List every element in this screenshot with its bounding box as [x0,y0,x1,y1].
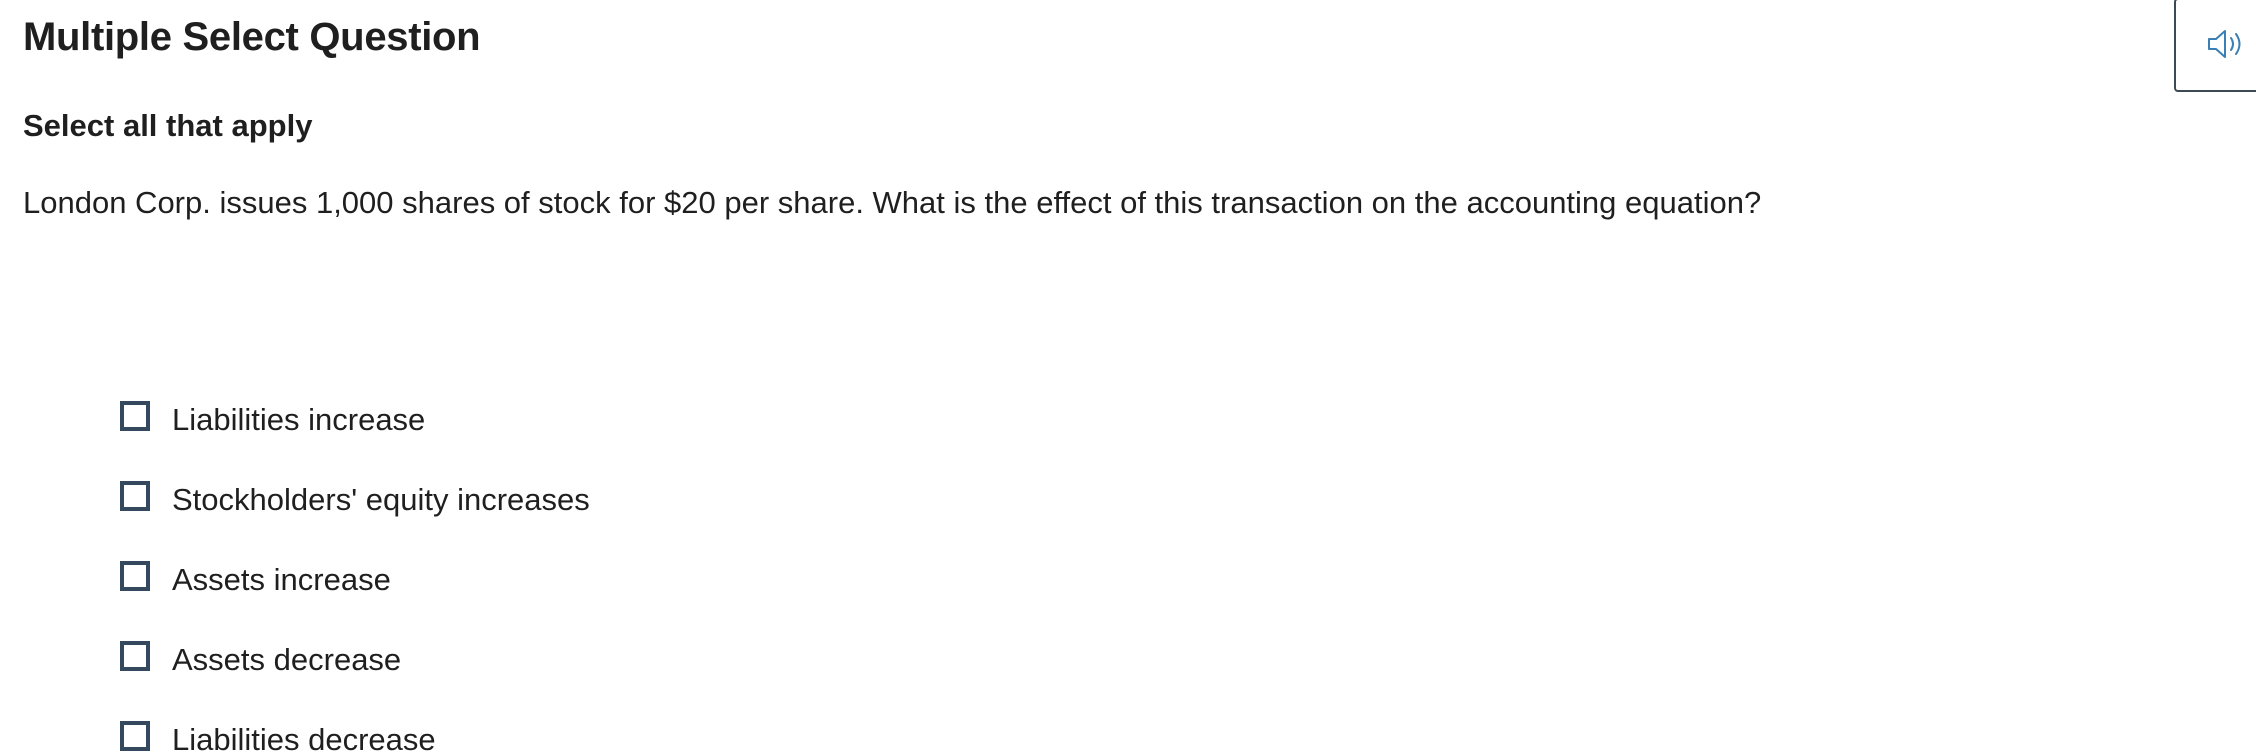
option-label[interactable]: Assets decrease [172,640,401,680]
answer-option[interactable]: Assets decrease [120,620,590,700]
read-aloud-button[interactable] [2174,0,2256,92]
question-page: Multiple Select Question Select all that… [0,0,2256,754]
option-label[interactable]: Stockholders' equity increases [172,480,590,520]
answer-option[interactable]: Assets increase [120,540,590,620]
answer-option[interactable]: Liabilities decrease [120,700,590,754]
answer-option[interactable]: Stockholders' equity increases [120,460,590,540]
option-label[interactable]: Assets increase [172,560,391,600]
option-checkbox[interactable] [120,641,150,671]
question-prompt: London Corp. issues 1,000 shares of stoc… [23,185,1762,220]
option-checkbox[interactable] [120,401,150,431]
answer-options: Liabilities increase Stockholders' equit… [120,380,590,754]
option-checkbox[interactable] [120,561,150,591]
option-label[interactable]: Liabilities decrease [172,720,436,754]
question-instruction: Select all that apply [23,108,313,143]
option-label[interactable]: Liabilities increase [172,400,425,440]
option-checkbox[interactable] [120,721,150,751]
speaker-icon [2208,30,2241,58]
question-type-title: Multiple Select Question [23,15,481,59]
answer-option[interactable]: Liabilities increase [120,380,590,460]
option-checkbox[interactable] [120,481,150,511]
